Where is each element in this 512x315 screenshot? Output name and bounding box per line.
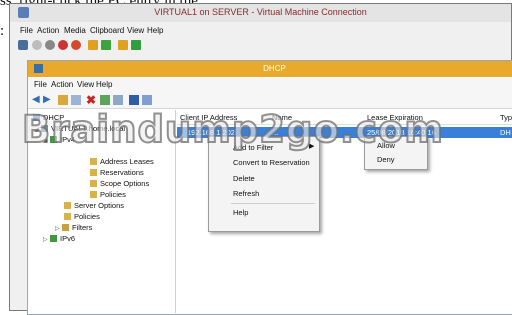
- shutdown-icon[interactable]: [58, 40, 68, 50]
- forward-icon[interactable]: ▶: [43, 95, 53, 105]
- menu-item-deny[interactable]: Deny: [377, 155, 395, 164]
- vm-menu-file[interactable]: File: [20, 26, 33, 35]
- help-icon[interactable]: [129, 95, 139, 105]
- filter-icon: [62, 224, 69, 231]
- vm-window-title: VIRTUAL1 on SERVER - Virtual Machine Con…: [154, 7, 367, 17]
- vm-menubar: File Action Media Clipboard View Help: [10, 24, 511, 38]
- column-type[interactable]: Typ: [500, 113, 512, 122]
- folder-icon: [90, 180, 97, 187]
- collapse-arrow-icon[interactable]: ▷: [43, 235, 50, 246]
- back-icon[interactable]: ◀: [32, 95, 42, 105]
- properties-icon[interactable]: [142, 95, 152, 105]
- tree-node-ipv6[interactable]: ▷ IPv6: [43, 233, 75, 244]
- dhcp-menu-action[interactable]: Action: [51, 80, 73, 89]
- tree-node-server-options[interactable]: Server Options: [64, 200, 124, 211]
- dhcp-menu-file[interactable]: File: [34, 80, 47, 89]
- dhcp-menu-view[interactable]: View: [77, 80, 94, 89]
- snapshot-icon[interactable]: [118, 40, 128, 50]
- resume-icon[interactable]: [101, 40, 111, 50]
- folder-icon: [90, 169, 97, 176]
- vm-menu-view[interactable]: View: [127, 26, 144, 35]
- vm-menu-clipboard[interactable]: Clipboard: [90, 26, 124, 35]
- tree-node-reservations[interactable]: Reservations: [90, 167, 144, 178]
- start-icon[interactable]: [32, 40, 42, 50]
- ipv6-icon: [50, 235, 57, 242]
- dhcp-menu-help[interactable]: Help: [96, 80, 112, 89]
- pause-icon[interactable]: [88, 40, 98, 50]
- tree-node-address-leases[interactable]: Address Leases: [90, 156, 154, 167]
- ctrl-alt-del-icon[interactable]: [18, 40, 28, 50]
- vm-menu-help[interactable]: Help: [147, 26, 163, 35]
- dhcp-menubar: File Action View Help: [28, 78, 512, 92]
- export-list-icon[interactable]: [113, 95, 123, 105]
- dhcp-titlebar: DHCP: [28, 61, 512, 77]
- turn-off-icon[interactable]: [45, 40, 55, 50]
- watermark: Braindump2go.com: [21, 107, 444, 152]
- menu-separator: [231, 203, 315, 204]
- delete-icon[interactable]: ✖: [86, 94, 96, 106]
- folder-icon: [90, 191, 97, 198]
- dhcp-toolbar: ◀ ▶ ✖: [28, 92, 512, 109]
- vm-toolbar: [10, 38, 511, 54]
- menu-item-delete[interactable]: Delete: [233, 174, 255, 183]
- cell-type: DH: [500, 128, 511, 137]
- folder-icon: [90, 158, 97, 165]
- menu-item-refresh[interactable]: Refresh: [233, 189, 259, 198]
- menu-item-convert-to-reservation[interactable]: Convert to Reservation: [233, 158, 310, 167]
- tree-node-filters[interactable]: ▷ Filters: [55, 222, 92, 233]
- tree-node-policies[interactable]: Policies: [64, 211, 100, 222]
- menu-item-help[interactable]: Help: [233, 208, 248, 217]
- folder-icon: [64, 213, 71, 220]
- tree-node-policies-scope[interactable]: Policies: [90, 189, 126, 200]
- refresh-icon[interactable]: [100, 95, 110, 105]
- save-state-icon[interactable]: [71, 40, 81, 50]
- folder-icon: [64, 202, 71, 209]
- document-colon: :: [0, 23, 5, 39]
- show-tree-icon[interactable]: [71, 95, 81, 105]
- vm-titlebar: VIRTUAL1 on SERVER - Virtual Machine Con…: [10, 4, 511, 22]
- up-folder-icon[interactable]: [58, 95, 68, 105]
- tree-node-scope-options[interactable]: Scope Options: [90, 178, 149, 189]
- dhcp-window-title: DHCP: [263, 64, 286, 73]
- vm-menu-action[interactable]: Action: [37, 26, 59, 35]
- revert-icon[interactable]: [131, 40, 141, 50]
- vm-menu-media[interactable]: Media: [64, 26, 86, 35]
